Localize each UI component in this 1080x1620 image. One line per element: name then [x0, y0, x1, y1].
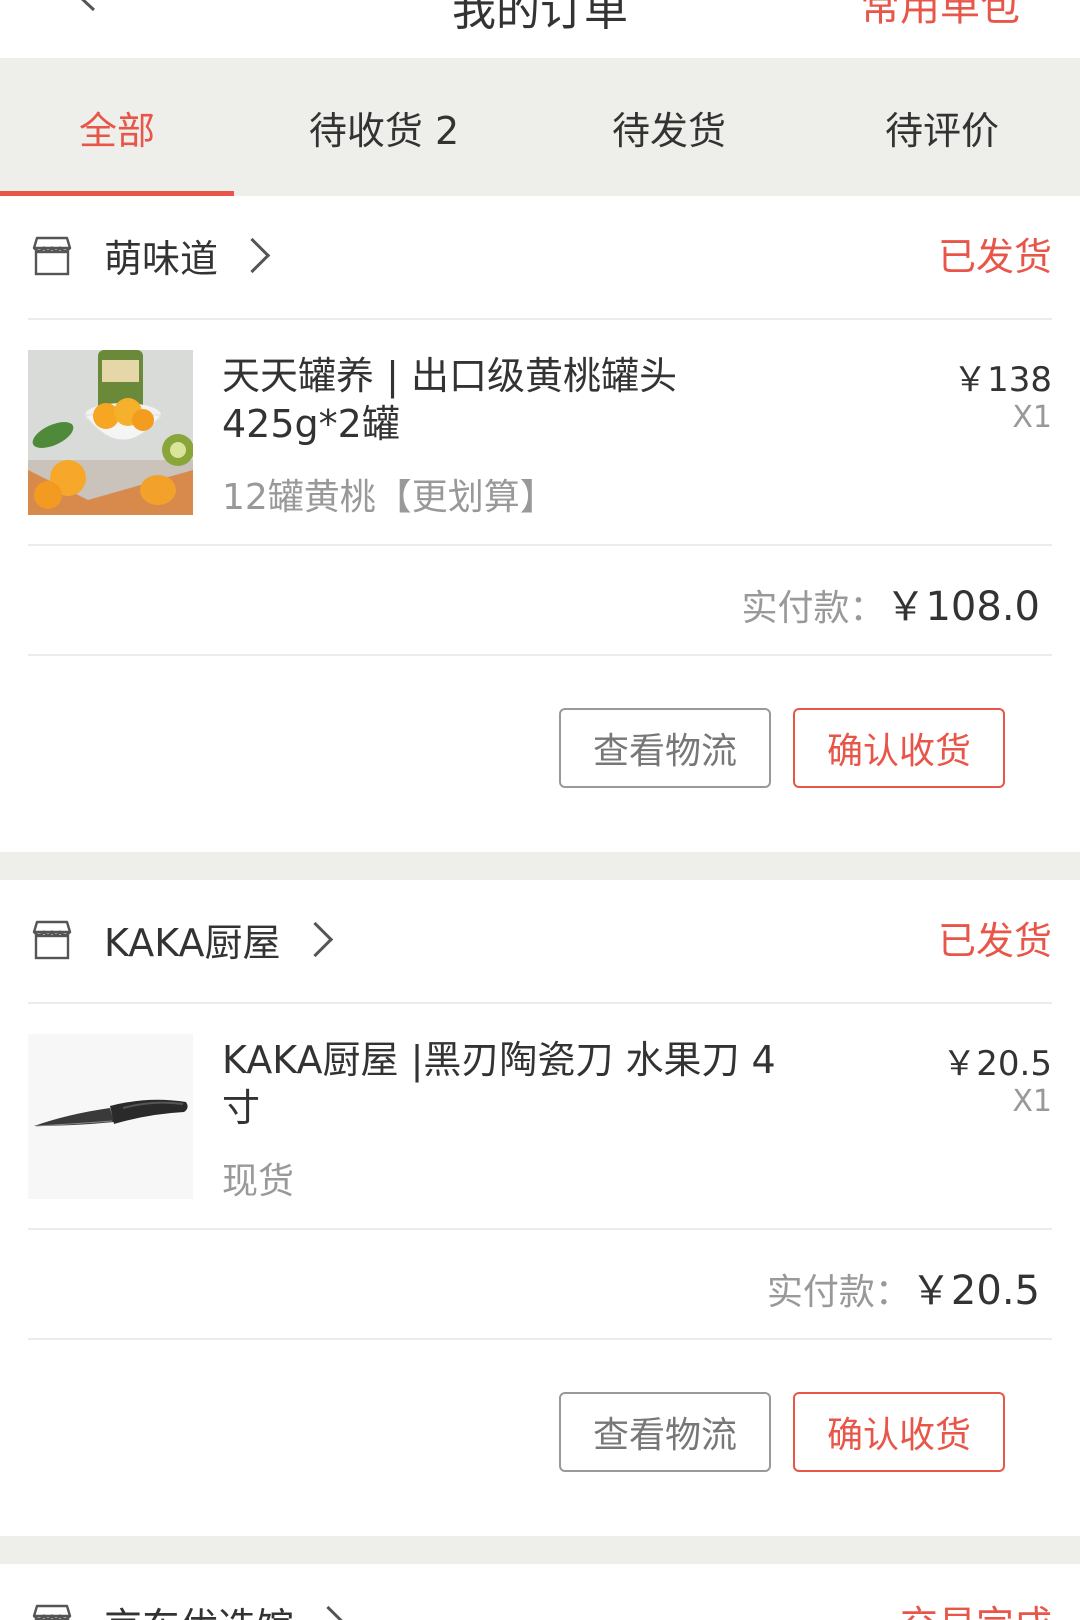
order-status: 交易完成: [900, 1594, 1052, 1620]
payment-summary: 实付款：￥108.0: [28, 544, 1052, 656]
confirm-receipt-button[interactable]: 确认收货: [793, 708, 1005, 788]
top-bar: 我的订单 常用单包: [0, 0, 1080, 58]
section-divider: [0, 1536, 1080, 1564]
order-status: 已发货: [937, 919, 1052, 963]
view-logistics-button[interactable]: 查看物流: [559, 1392, 771, 1472]
order-item[interactable]: KAKA厨屋 |黑刃陶瓷刀 水果刀 4寸 现货 ￥20.5 X1: [28, 1002, 1052, 1230]
payment-label: 实付款：: [766, 1272, 911, 1313]
order-card: KAKA厨屋 已发货 KAKA厨屋 |黑刃陶瓷刀 水果刀 4寸 现货 ￥20.5…: [0, 880, 1080, 1536]
order-card: 萌味道 已发货 天天罐养 | 出口级黄桃罐头 425g*2罐 12罐黄桃【更划算…: [0, 196, 1080, 852]
chevron-right-icon: [310, 1605, 347, 1620]
payment-summary: 实付款：￥20.5: [28, 1228, 1052, 1340]
order-status: 已发货: [937, 235, 1052, 279]
tab-all[interactable]: 全部: [0, 58, 234, 196]
shop-name[interactable]: KAKA厨屋: [104, 921, 281, 965]
product-title[interactable]: KAKA厨屋 |黑刃陶瓷刀 水果刀 4寸: [222, 1036, 782, 1132]
product-spec: 现货: [222, 1161, 295, 1202]
view-logistics-button[interactable]: 查看物流: [559, 708, 771, 788]
payment-amount: ￥20.5: [910, 1268, 1040, 1314]
product-price: ￥20.5: [942, 1044, 1052, 1084]
product-title[interactable]: 天天罐养 | 出口级黄桃罐头 425g*2罐: [222, 352, 782, 448]
product-price: ￥138: [953, 360, 1052, 400]
shop-header[interactable]: 京东优选馆 交易完成: [28, 1564, 1052, 1620]
section-divider: [0, 852, 1080, 880]
tab-pending-shipment[interactable]: 待发货: [534, 58, 804, 196]
product-spec: 12罐黄桃【更划算】: [222, 477, 556, 518]
tab-pending-review[interactable]: 待评价: [804, 58, 1080, 196]
product-quantity: X1: [1012, 1084, 1052, 1119]
payment-label: 实付款：: [741, 588, 886, 629]
shop-header[interactable]: KAKA厨屋 已发货: [28, 880, 1052, 1004]
chevron-right-icon: [297, 921, 333, 958]
shop-icon: [32, 920, 72, 960]
shop-icon: [32, 1604, 72, 1620]
shop-header[interactable]: 萌味道 已发货: [28, 196, 1052, 320]
chevron-right-icon: [234, 237, 271, 274]
header-right-action[interactable]: 常用单包: [860, 0, 1020, 32]
shop-name[interactable]: 京东优选馆: [104, 1605, 294, 1620]
tab-pending-receipt[interactable]: 待收货 2: [234, 58, 534, 196]
shop-icon: [32, 236, 72, 276]
order-tabs: 全部 待收货 2 待发货 待评价: [0, 58, 1080, 196]
product-image-knife[interactable]: [28, 1034, 193, 1199]
payment-amount: ￥108.0: [885, 584, 1040, 630]
confirm-receipt-button[interactable]: 确认收货: [793, 1392, 1005, 1472]
product-quantity: X1: [1012, 400, 1052, 435]
shop-name[interactable]: 萌味道: [104, 237, 218, 281]
product-image-peaches[interactable]: [28, 350, 193, 515]
order-card: 京东优选馆 交易完成: [0, 1564, 1080, 1620]
order-item[interactable]: 天天罐养 | 出口级黄桃罐头 425g*2罐 12罐黄桃【更划算】 ￥138 X…: [28, 318, 1052, 546]
